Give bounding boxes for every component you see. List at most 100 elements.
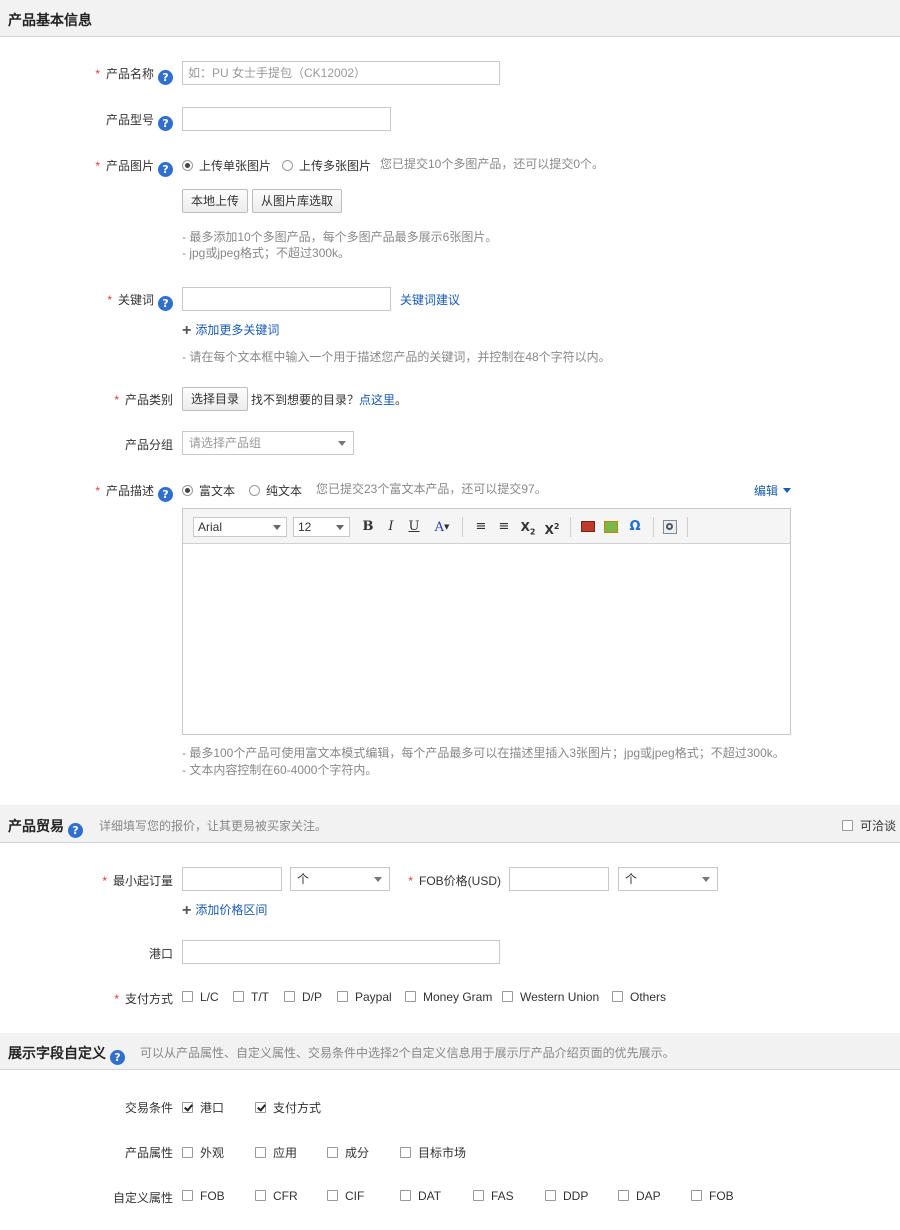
- moq-unit-select[interactable]: 个: [290, 867, 390, 891]
- custom-attr-ddp-checkbox[interactable]: DDP: [545, 1189, 588, 1203]
- payment-tt-checkbox[interactable]: T/T: [233, 990, 269, 1004]
- payment-dp-checkbox[interactable]: D/P: [284, 990, 322, 1004]
- add-more-keywords-link[interactable]: + 添加更多关键词: [182, 321, 279, 340]
- choose-category-button[interactable]: 选择目录: [182, 387, 249, 411]
- custom-attr-fob2-checkbox[interactable]: FOB: [691, 1189, 734, 1203]
- help-icon[interactable]: ?: [158, 162, 173, 177]
- negotiable-checkbox[interactable]: 可洽谈: [842, 817, 896, 834]
- custom-attr-cfr-checkbox[interactable]: CFR: [255, 1189, 298, 1203]
- checkbox-icon: [545, 1190, 556, 1201]
- help-icon[interactable]: ?: [158, 487, 173, 502]
- radio-rich-text[interactable]: 富文本: [182, 482, 235, 499]
- moq-input[interactable]: [182, 867, 282, 891]
- subscript-icon[interactable]: X2: [519, 518, 537, 536]
- checkbox-icon: [327, 1190, 338, 1201]
- radio-icon: [182, 160, 193, 171]
- custom-attr-dap-checkbox[interactable]: DAP: [618, 1189, 661, 1203]
- product-name-label: * 产品名称?: [60, 65, 173, 85]
- required-icon: *: [107, 293, 112, 307]
- image-status-text: 您已提交10个多图产品，还可以提交0个。: [380, 157, 605, 171]
- product-model-label: 产品型号?: [60, 111, 173, 131]
- keyword-input[interactable]: [182, 287, 391, 311]
- fob-unit-select[interactable]: 个: [618, 867, 718, 891]
- custom-attr-fob-checkbox[interactable]: FOB: [182, 1189, 225, 1203]
- description-hint-1: - 最多100个产品可使用富文本模式编辑，每个产品最多可以在描述里插入3张图片；…: [182, 746, 785, 760]
- required-icon: *: [114, 992, 119, 1006]
- italic-icon[interactable]: I: [382, 518, 400, 536]
- required-icon: *: [102, 874, 107, 888]
- edit-dropdown[interactable]: 编辑: [754, 482, 792, 499]
- port-input[interactable]: [182, 940, 500, 964]
- chevron-down-icon: [338, 441, 346, 446]
- attr-appearance-checkbox[interactable]: 外观: [182, 1144, 224, 1161]
- image-gallery-icon[interactable]: [602, 518, 620, 536]
- section-header-custom: 展示字段自定义? 可以从产品属性、自定义属性、交易条件中选择2个自定义信息用于展…: [0, 1033, 900, 1070]
- help-icon[interactable]: ?: [158, 116, 173, 131]
- section-title-trade: 产品贸易?: [8, 816, 83, 838]
- align-center-icon[interactable]: ≡: [495, 518, 513, 536]
- radio-upload-multi[interactable]: 上传多张图片: [282, 157, 371, 174]
- font-family-select[interactable]: Arial: [193, 517, 287, 537]
- help-icon[interactable]: ?: [158, 70, 173, 85]
- payment-westernunion-checkbox[interactable]: Western Union: [502, 990, 599, 1004]
- underline-icon[interactable]: U: [405, 518, 423, 536]
- payment-others-checkbox[interactable]: Others: [612, 990, 666, 1004]
- trade-term-payment-checkbox[interactable]: 支付方式: [255, 1099, 321, 1116]
- attr-composition-checkbox[interactable]: 成分: [327, 1144, 369, 1161]
- checkbox-icon: [502, 991, 513, 1002]
- section-hint-trade: 详细填写您的报价，让其更易被买家关注。: [99, 819, 328, 833]
- align-left-icon[interactable]: ≡: [472, 518, 490, 536]
- add-price-range-link[interactable]: + 添加价格区间: [182, 901, 267, 920]
- keyword-hint: - 请在每个文本框中输入一个用于描述您产品的关键词，并控制在48个字符以内。: [182, 350, 611, 364]
- product-model-input[interactable]: [182, 107, 391, 131]
- radio-upload-single[interactable]: 上传单张图片: [182, 157, 271, 174]
- section-title-basic: 产品基本信息: [8, 12, 92, 28]
- product-group-select[interactable]: 请选择产品组: [182, 431, 354, 455]
- checkbox-checked-icon: [182, 1102, 193, 1113]
- fob-price-input[interactable]: [509, 867, 609, 891]
- upload-library-button[interactable]: 从图片库选取: [252, 189, 343, 213]
- required-icon: *: [114, 393, 119, 407]
- checkbox-icon: [182, 991, 193, 1002]
- custom-attr-cif-checkbox[interactable]: CIF: [327, 1189, 364, 1203]
- help-icon[interactable]: ?: [68, 823, 83, 838]
- trade-terms-label: 交易条件: [124, 1101, 173, 1115]
- help-icon[interactable]: ?: [158, 296, 173, 311]
- radio-plain-text[interactable]: 纯文本: [249, 482, 302, 499]
- special-char-icon[interactable]: Ω: [626, 518, 644, 536]
- superscript-icon[interactable]: X2: [543, 518, 561, 537]
- toolbar-divider: [462, 517, 463, 537]
- group-label: 产品分组: [124, 438, 173, 452]
- required-icon: *: [408, 874, 413, 888]
- keyword-suggest-link[interactable]: 关键词建议: [400, 291, 460, 308]
- toolbar-divider: [570, 517, 571, 537]
- toolbar-divider: [653, 517, 654, 537]
- chevron-down-icon: [374, 877, 382, 882]
- product-image-label: * 产品图片?: [60, 157, 173, 177]
- help-icon[interactable]: ?: [110, 1050, 125, 1065]
- font-size-select[interactable]: 12: [293, 517, 350, 537]
- attr-target-market-checkbox[interactable]: 目标市场: [400, 1144, 466, 1161]
- image-hint-2: - jpg或jpeg格式；不超过300k。: [182, 246, 351, 260]
- plus-icon: +: [182, 322, 192, 339]
- payment-lc-checkbox[interactable]: L/C: [182, 990, 219, 1004]
- click-here-link[interactable]: 点这里: [359, 393, 395, 407]
- product-name-input[interactable]: 如：PU 女士手提包（CK12002）: [182, 61, 500, 85]
- custom-attr-dat-checkbox[interactable]: DAT: [400, 1189, 441, 1203]
- rich-text-editor[interactable]: Arial 12 B I U A▼ ≡ ≡ X2 X2 Ω: [182, 508, 791, 735]
- bold-icon[interactable]: B: [359, 518, 377, 536]
- payment-moneygram-checkbox[interactable]: Money Gram: [405, 990, 492, 1004]
- custom-attr-fas-checkbox[interactable]: FAS: [473, 1189, 514, 1203]
- checkbox-checked-icon: [255, 1102, 266, 1113]
- payment-paypal-checkbox[interactable]: Paypal: [337, 990, 392, 1004]
- attr-application-checkbox[interactable]: 应用: [255, 1144, 297, 1161]
- checkbox-icon: [405, 991, 416, 1002]
- chevron-down-icon: [336, 525, 344, 530]
- checkbox-icon: [255, 1190, 266, 1201]
- trade-term-port-checkbox[interactable]: 港口: [182, 1099, 224, 1116]
- find-icon[interactable]: [661, 518, 679, 536]
- upload-local-button[interactable]: 本地上传: [182, 189, 249, 213]
- insert-image-icon[interactable]: [579, 518, 597, 536]
- editor-toolbar: Arial 12 B I U A▼ ≡ ≡ X2 X2 Ω: [183, 509, 790, 544]
- font-color-icon[interactable]: A▼: [429, 518, 455, 536]
